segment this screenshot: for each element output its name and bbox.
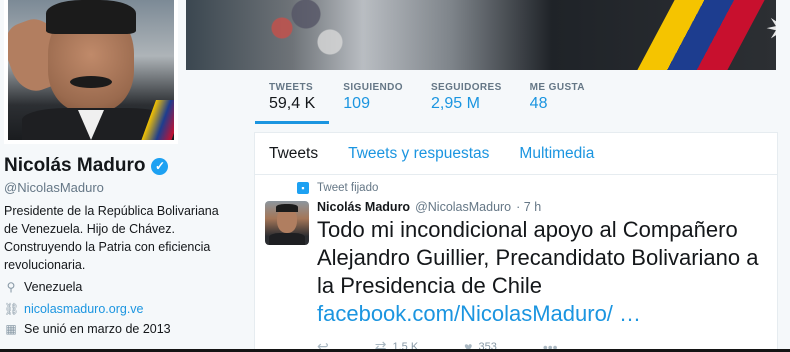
profile-name[interactable]: Nicolás Maduro <box>4 155 145 177</box>
link-icon: ⛓ <box>4 302 20 316</box>
tweet-author-avatar[interactable] <box>265 201 309 245</box>
profile-website[interactable]: ⛓ nicolasmaduro.org.ve <box>4 302 144 316</box>
tweet-timestamp[interactable]: · 7 h <box>516 200 541 214</box>
profile-joined-text: Se unió en marzo de 2013 <box>24 322 171 336</box>
profile-location-text: Venezuela <box>24 280 83 294</box>
profile-website-link[interactable]: nicolasmaduro.org.ve <box>24 302 144 316</box>
avatar-hair <box>46 0 136 34</box>
pinned-indicator: ▪ Tweet fijado <box>297 182 378 194</box>
stat-followers-label: SEGUIDORES <box>430 82 502 93</box>
stat-tweets-label: TWEETS <box>269 82 314 93</box>
tweet-author-handle[interactable]: @NicolasMaduro <box>415 200 511 214</box>
stat-tweets[interactable]: TWEETS 59,4 K <box>255 72 330 124</box>
stat-following-label: SIGUIENDO <box>343 82 403 93</box>
banner-star-medal-icon: ✷ <box>761 10 776 50</box>
tab-tweets-and-replies[interactable]: Tweets y respuestas <box>348 145 489 163</box>
pin-icon: ▪ <box>297 182 309 194</box>
tweet-text: Todo mi incondicional apoyo al Compañero… <box>317 216 767 328</box>
map-pin-icon: ⚲ <box>6 280 16 294</box>
banner-crowd-image <box>246 0 366 70</box>
stat-tweets-value: 59,4 K <box>269 95 316 112</box>
stat-followers-value: 2,95 M <box>430 95 480 112</box>
profile-name-row: Nicolás Maduro ✓ <box>4 155 169 177</box>
timeline-tabs: Tweets Tweets y respuestas Multimedia <box>255 133 777 175</box>
stat-followers[interactable]: SEGUIDORES 2,95 M <box>417 72 516 122</box>
tweet-avatar-hair <box>276 204 298 212</box>
tweet-header: Nicolás Maduro @NicolasMaduro · 7 h <box>317 200 541 214</box>
stat-likes[interactable]: ME GUSTA 48 <box>516 72 599 122</box>
calendar-icon: ▦ <box>5 322 17 336</box>
verified-badge-icon: ✓ <box>151 157 169 175</box>
tweet-link[interactable]: facebook.com/NicolasMaduro/ … <box>317 301 641 326</box>
profile-avatar[interactable] <box>4 0 178 144</box>
profile-header-banner: ✷ <box>186 0 776 70</box>
avatar-mustache <box>70 76 112 88</box>
stat-following-value: 109 <box>343 95 370 112</box>
stat-likes-label: ME GUSTA <box>529 82 585 93</box>
tweet-avatar-suit <box>269 233 305 245</box>
tab-tweets[interactable]: Tweets <box>269 145 318 163</box>
profile-bio: Presidente de la República Bolivariana d… <box>4 204 219 272</box>
tab-media[interactable]: Multimedia <box>519 145 594 163</box>
stat-likes-value: 48 <box>529 95 548 112</box>
tweet-body: Todo mi incondicional apoyo al Compañero… <box>317 217 759 298</box>
profile-joined: ▦ Se unió en marzo de 2013 <box>4 322 171 336</box>
profile-handle[interactable]: @NicolasMaduro <box>4 180 104 195</box>
tweet-author-name[interactable]: Nicolás Maduro <box>317 200 410 214</box>
banner-presidential-sash <box>626 0 776 70</box>
profile-stats-nav: TWEETS 59,4 K SIGUIENDO 109 SEGUIDORES 2… <box>255 72 599 124</box>
profile-location: ⚲ Venezuela <box>4 280 83 294</box>
pinned-label: Tweet fijado <box>317 182 379 194</box>
stat-following[interactable]: SIGUIENDO 109 <box>329 72 417 122</box>
timeline-panel: Tweets Tweets y respuestas Multimedia ▪ … <box>254 132 778 352</box>
